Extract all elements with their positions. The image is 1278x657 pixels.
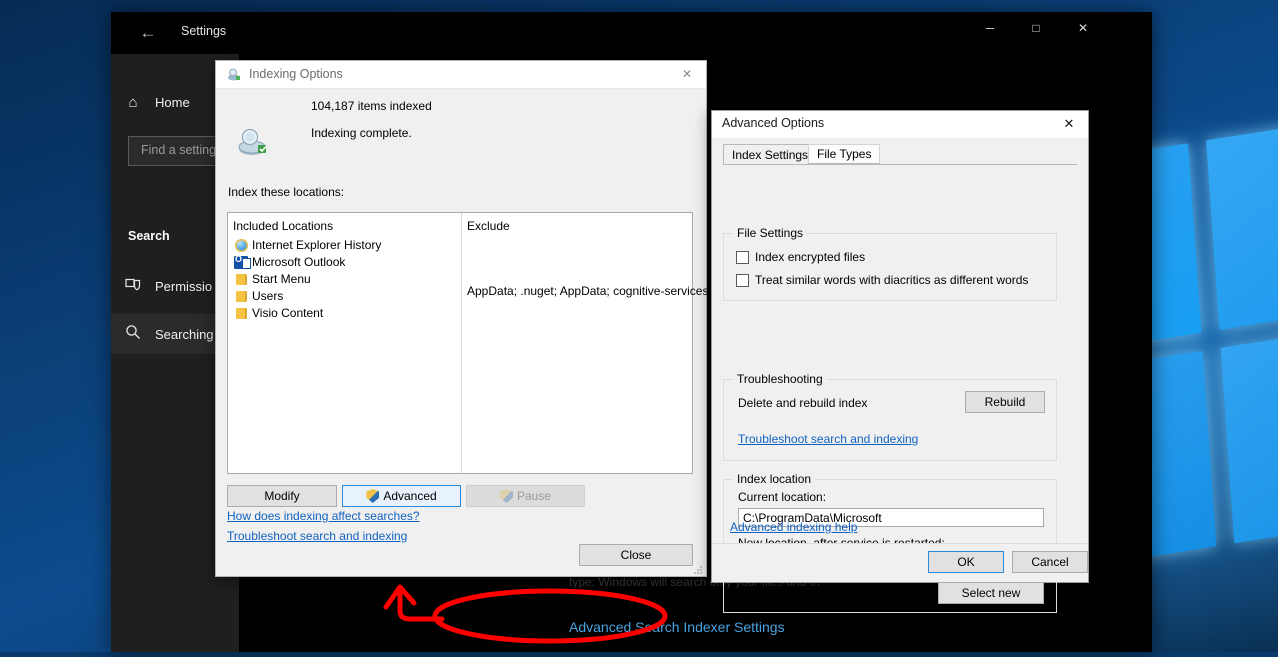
list-item-label: Start Menu [252, 272, 311, 286]
list-item[interactable]: Users [233, 288, 283, 304]
list-item[interactable]: Visio Content [233, 305, 323, 321]
indexing-dialog-titlebar: Indexing Options ✕ [216, 61, 706, 89]
shield-uac-icon [500, 489, 513, 503]
close-window-button[interactable]: ✕ [1060, 12, 1106, 44]
settings-window-title: Settings [181, 24, 227, 38]
advanced-tabstrip: Index Settings File Types [723, 144, 1077, 165]
shield-uac-icon [366, 489, 379, 503]
indexing-status-text: Indexing complete. [311, 126, 412, 140]
column-header-exclude: Exclude [467, 219, 510, 233]
column-header-included: Included Locations [233, 219, 334, 233]
ok-button[interactable]: OK [928, 551, 1004, 573]
list-item[interactable]: Internet Explorer History [233, 237, 381, 253]
pause-button: Pause [466, 485, 585, 507]
sidebar-item-label-permissions: Permissio [155, 278, 213, 294]
folder-icon [233, 272, 250, 286]
file-settings-group-title: File Settings [733, 226, 808, 240]
advanced-indexing-help-link[interactable]: Advanced indexing help [730, 520, 857, 534]
included-locations-column: Included Locations Internet Explorer His… [228, 213, 461, 473]
delete-rebuild-index-label: Delete and rebuild index [738, 396, 868, 410]
checkbox-icon[interactable] [736, 273, 749, 287]
resize-grip-icon[interactable] [692, 563, 704, 575]
exclude-value: AppData; .nuget; AppData; cognitive-serv… [467, 284, 719, 298]
advanced-dialog-title: Advanced Options [722, 116, 825, 130]
advanced-button[interactable]: Advanced [342, 485, 461, 507]
troubleshoot-search-indexing-link[interactable]: Troubleshoot search and indexing [738, 432, 918, 446]
search-input-placeholder: Find a setting [141, 143, 217, 157]
index-location-group-title: Index location [733, 472, 816, 486]
internet-explorer-icon [233, 238, 250, 252]
indexing-dialog-title: Indexing Options [249, 67, 343, 81]
maximize-button[interactable]: □ [1013, 12, 1059, 44]
advanced-dialog-close-icon[interactable]: ✕ [1052, 112, 1086, 136]
outlook-icon [233, 254, 251, 269]
list-item[interactable]: Microsoft Outlook [233, 254, 345, 270]
advanced-options-dialog: Advanced Options ✕ Index Settings File T… [711, 110, 1089, 613]
indexing-status-icon [236, 124, 272, 160]
exclude-column: Exclude AppData; .nuget; AppData; cognit… [462, 213, 718, 473]
tab-file-types[interactable]: File Types [808, 144, 881, 164]
troubleshooting-group: Troubleshooting Delete and rebuild index… [723, 372, 1057, 461]
settings-titlebar: ← Settings ─ □ ✕ [111, 12, 1152, 54]
folder-icon [233, 289, 250, 303]
minimize-button[interactable]: ─ [967, 12, 1013, 44]
indexing-dialog-close-icon[interactable]: ✕ [672, 63, 702, 85]
list-item-label: Users [252, 289, 284, 303]
home-icon: ⌂ [128, 93, 138, 111]
index-locations-listbox[interactable]: Included Locations Internet Explorer His… [227, 212, 718, 474]
sidebar-item-label-home: Home [155, 94, 190, 110]
select-new-button[interactable]: Select new [938, 582, 1044, 604]
checkbox-label: Index encrypted files [755, 250, 866, 264]
indexing-options-dialog: Indexing Options ✕ 104,187 items indexed… [215, 60, 718, 577]
cancel-button[interactable]: Cancel [1012, 551, 1088, 573]
advanced-button-label: Advanced [383, 489, 437, 503]
indexing-options-icon [227, 67, 243, 83]
troubleshoot-search-indexing-link[interactable]: Troubleshoot search and indexing [227, 529, 407, 543]
checkbox-label: Treat similar words with diacritics as d… [755, 273, 1029, 287]
sidebar-section-heading: Search [128, 229, 170, 243]
list-item[interactable]: Start Menu [233, 271, 311, 287]
shield-icon [111, 277, 155, 296]
items-indexed-count: 104,187 items indexed [311, 99, 432, 113]
advanced-dialog-titlebar: Advanced Options ✕ [712, 111, 1088, 138]
list-item-label: Internet Explorer History [252, 238, 382, 252]
magnifier-icon [111, 324, 155, 344]
folder-icon [233, 306, 250, 320]
troubleshooting-group-title: Troubleshooting [733, 372, 827, 386]
sidebar-item-label-searching: Searching [155, 326, 214, 342]
current-location-label: Current location: [738, 490, 827, 504]
how-indexing-affects-searches-link[interactable]: How does indexing affect searches? [227, 509, 420, 523]
rebuild-button[interactable]: Rebuild [965, 391, 1045, 413]
tab-index-settings[interactable]: Index Settings [723, 144, 818, 165]
list-item-label: Microsoft Outlook [252, 255, 346, 269]
checkbox-treat-diacritics[interactable]: Treat similar words with diacritics as d… [736, 273, 1028, 287]
checkbox-icon[interactable] [736, 250, 749, 264]
checkbox-index-encrypted-files[interactable]: Index encrypted files [736, 250, 865, 264]
index-locations-label: Index these locations: [228, 185, 345, 199]
pause-button-label: Pause [516, 489, 552, 503]
back-arrow-icon[interactable]: ← [131, 22, 165, 44]
list-item-label: Visio Content [252, 306, 324, 320]
modify-button[interactable]: Modify [227, 485, 337, 507]
file-settings-group: File Settings Index encrypted files Trea… [723, 226, 1057, 301]
close-dialog-button[interactable]: Close [579, 544, 693, 566]
